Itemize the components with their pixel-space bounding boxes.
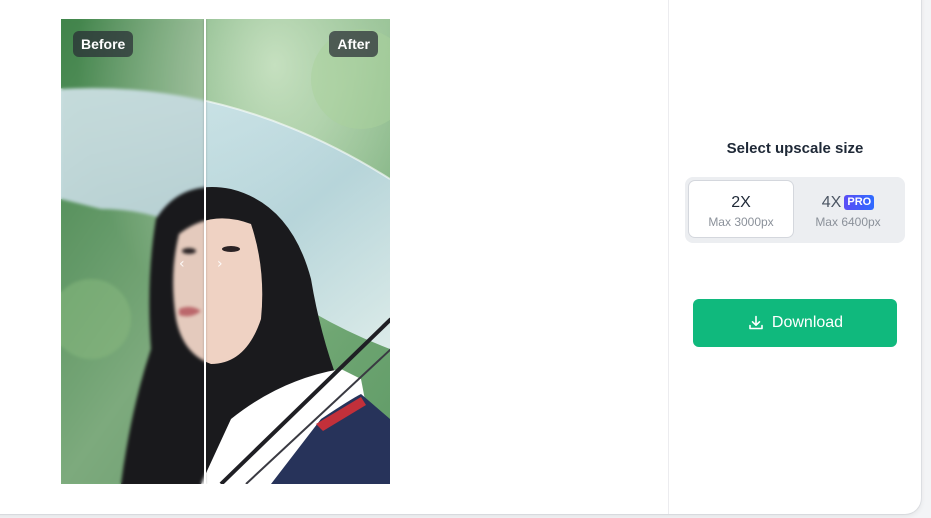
option-2x-sub: Max 3000px bbox=[708, 215, 774, 229]
before-after-preview[interactable]: ‹ › Before After bbox=[61, 19, 390, 484]
after-label: After bbox=[329, 31, 378, 57]
chevron-left-icon: ‹ bbox=[179, 256, 185, 272]
option-2x-label: 2X bbox=[731, 194, 751, 211]
upscale-size-selector: 2X Max 3000px 4X PRO Max 6400px bbox=[685, 177, 905, 243]
pro-badge: PRO bbox=[844, 195, 875, 210]
chevron-right-icon: › bbox=[217, 256, 223, 272]
panel-divider bbox=[668, 0, 669, 514]
before-image bbox=[61, 19, 205, 484]
before-label: Before bbox=[73, 31, 134, 57]
option-4x[interactable]: 4X PRO Max 6400px bbox=[796, 181, 900, 237]
download-icon bbox=[749, 315, 763, 330]
option-4x-label: 4X bbox=[821, 194, 842, 211]
upscale-size-title: Select upscale size bbox=[726, 140, 864, 157]
download-label: Download bbox=[771, 314, 844, 331]
option-4x-sub: Max 6400px bbox=[815, 215, 881, 229]
download-button[interactable]: Download bbox=[693, 299, 897, 347]
option-4x-label-wrap: 4X PRO bbox=[796, 194, 900, 212]
split-slider-handle[interactable] bbox=[204, 19, 206, 484]
option-2x[interactable]: 2X Max 3000px bbox=[689, 181, 793, 237]
